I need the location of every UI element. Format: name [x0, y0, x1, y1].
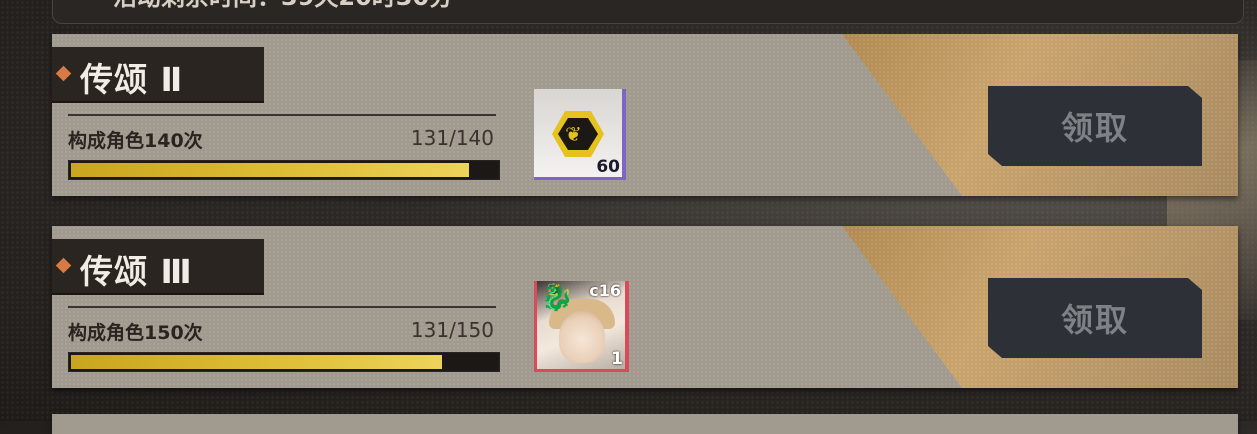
- task-card-2: 传颂 Ⅲ 构成角色150次 131/150 🐉 c16 1 领取: [52, 226, 1238, 388]
- task-title-tag: 传颂 Ⅱ: [52, 47, 264, 103]
- reward-quantity: 1: [611, 349, 623, 369]
- diamond-icon: [55, 65, 72, 82]
- task-title: 传颂 Ⅲ: [80, 252, 193, 291]
- reward-item-slot[interactable]: ❦ 60: [534, 89, 626, 180]
- task-progress-count: 131/140: [410, 126, 494, 150]
- task-card-1: 传颂 Ⅱ 构成角色140次 131/140 ❦ 60 领取: [52, 34, 1238, 196]
- task-progress-bar: [68, 352, 500, 372]
- event-timer-text: 活动剩余时间：39天20时30分: [113, 0, 453, 12]
- task-title: 传颂 Ⅱ: [80, 60, 184, 99]
- character-tier: c16: [589, 281, 621, 300]
- task-progress-fill: [71, 355, 443, 369]
- divider: [68, 306, 496, 308]
- task-title-tag: 传颂 Ⅲ: [52, 239, 264, 295]
- claim-button[interactable]: 领取: [988, 86, 1202, 166]
- divider: [68, 114, 496, 116]
- task-progress-fill: [71, 163, 470, 177]
- reward-quantity: 60: [596, 157, 620, 177]
- token-glyph-icon: ❦: [565, 122, 582, 146]
- task-progress-count: 131/150: [410, 318, 494, 342]
- claim-button[interactable]: 领取: [988, 278, 1202, 358]
- dragon-emblem-icon: 🐉: [541, 283, 574, 313]
- task-condition: 构成角色150次: [68, 322, 203, 344]
- task-condition: 构成角色140次: [68, 130, 203, 152]
- diamond-icon: [55, 257, 72, 274]
- task-card-3-peek: [52, 414, 1238, 434]
- character-portrait-icon: [559, 311, 605, 363]
- reward-character-slot[interactable]: 🐉 c16 1: [534, 281, 629, 372]
- task-progress-bar: [68, 160, 500, 180]
- event-timer-banner: 活动剩余时间：39天20时30分: [52, 0, 1244, 24]
